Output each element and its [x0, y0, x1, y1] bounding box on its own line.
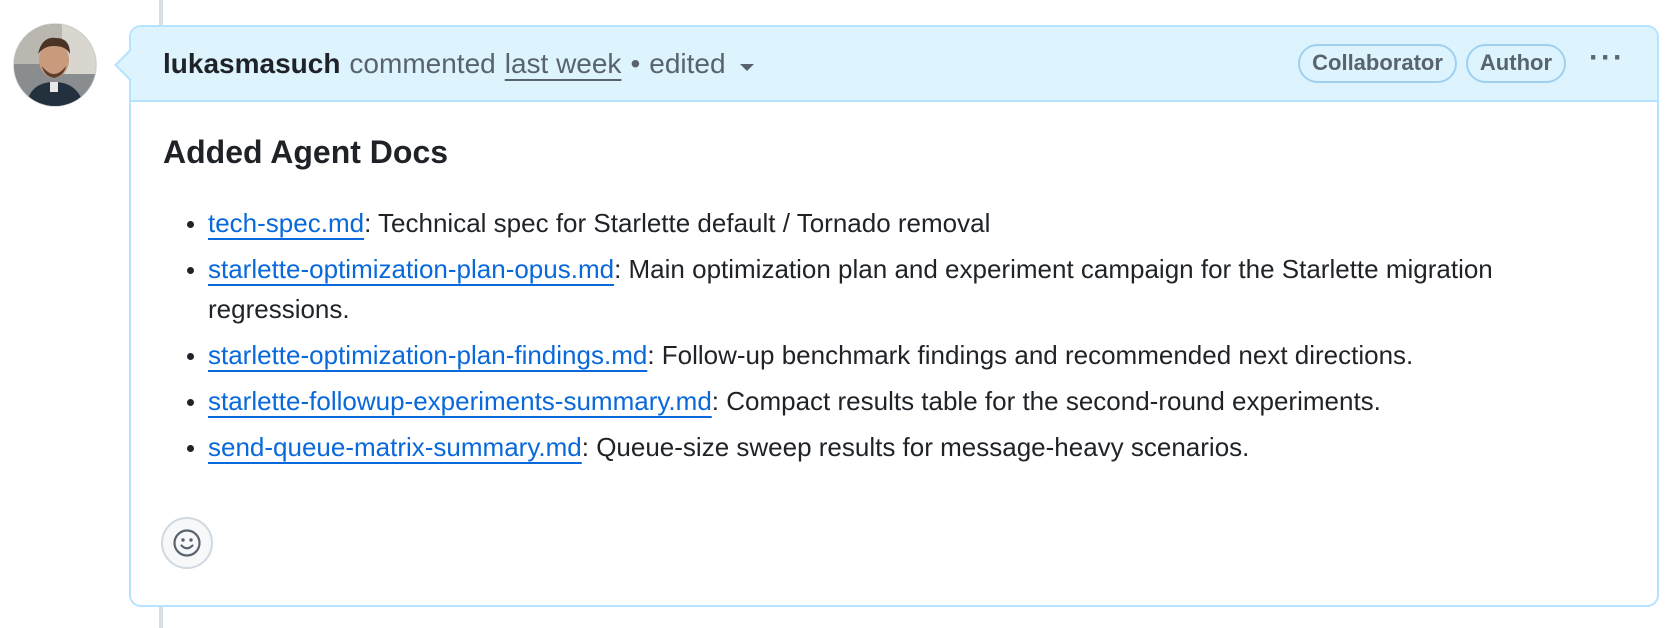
list-item: starlette-followup-experiments-summary.m… [208, 381, 1625, 421]
comment-title: Added Agent Docs [163, 134, 449, 170]
edited-dropdown[interactable]: edited [649, 48, 725, 80]
comment-header: lukasmasuch commented last week • edited… [131, 27, 1657, 102]
doc-description: : Technical spec for Starlette default /… [364, 208, 991, 238]
doc-description: : Queue-size sweep results for message-h… [581, 432, 1250, 462]
author-link[interactable]: lukasmasuch [163, 48, 340, 80]
list-item: starlette-optimization-plan-findings.md:… [208, 335, 1625, 375]
timestamp-link[interactable]: last week [505, 48, 622, 80]
comment-action: commented [349, 47, 496, 79]
add-reaction-button[interactable] [161, 517, 213, 569]
doc-link-followup-experiments-summary[interactable]: starlette-followup-experiments-summary.m… [208, 386, 712, 416]
comment-pointer-inner [117, 51, 131, 79]
doc-link-tech-spec[interactable]: tech-spec.md [208, 208, 364, 238]
chevron-down-icon[interactable] [739, 64, 754, 71]
comment-body: Added Agent Docs tech-spec.md: Technical… [131, 102, 1657, 467]
comment-card: lukasmasuch commented last week • edited… [129, 25, 1659, 607]
separator-dot: • [630, 47, 641, 79]
doc-link-send-queue-matrix-summary[interactable]: send-queue-matrix-summary.md [208, 432, 582, 462]
doc-link-optimization-plan-opus[interactable]: starlette-optimization-plan-opus.md [208, 254, 614, 284]
comment-stage: lukasmasuch commented last week • edited… [0, 0, 1674, 628]
list-item: starlette-optimization-plan-opus.md: Mai… [208, 249, 1625, 329]
smiley-icon [173, 529, 201, 557]
doc-link-optimization-plan-findings[interactable]: starlette-optimization-plan-findings.md [208, 340, 647, 370]
avatar-image [14, 24, 96, 106]
header-right: Collaborator Author ··· [1298, 27, 1625, 100]
collaborator-badge: Collaborator [1298, 44, 1457, 83]
avatar[interactable] [14, 24, 96, 106]
doc-description: : Follow-up benchmark findings and recom… [647, 340, 1414, 370]
kebab-horizontal-icon[interactable]: ··· [1589, 41, 1625, 75]
list-item: tech-spec.md: Technical spec for Starlet… [208, 203, 1625, 243]
author-badge: Author [1465, 44, 1567, 83]
list-item: send-queue-matrix-summary.md: Queue-size… [208, 427, 1625, 467]
docs-list: tech-spec.md: Technical spec for Starlet… [163, 203, 1625, 467]
doc-description: : Compact results table for the second-r… [711, 386, 1381, 416]
